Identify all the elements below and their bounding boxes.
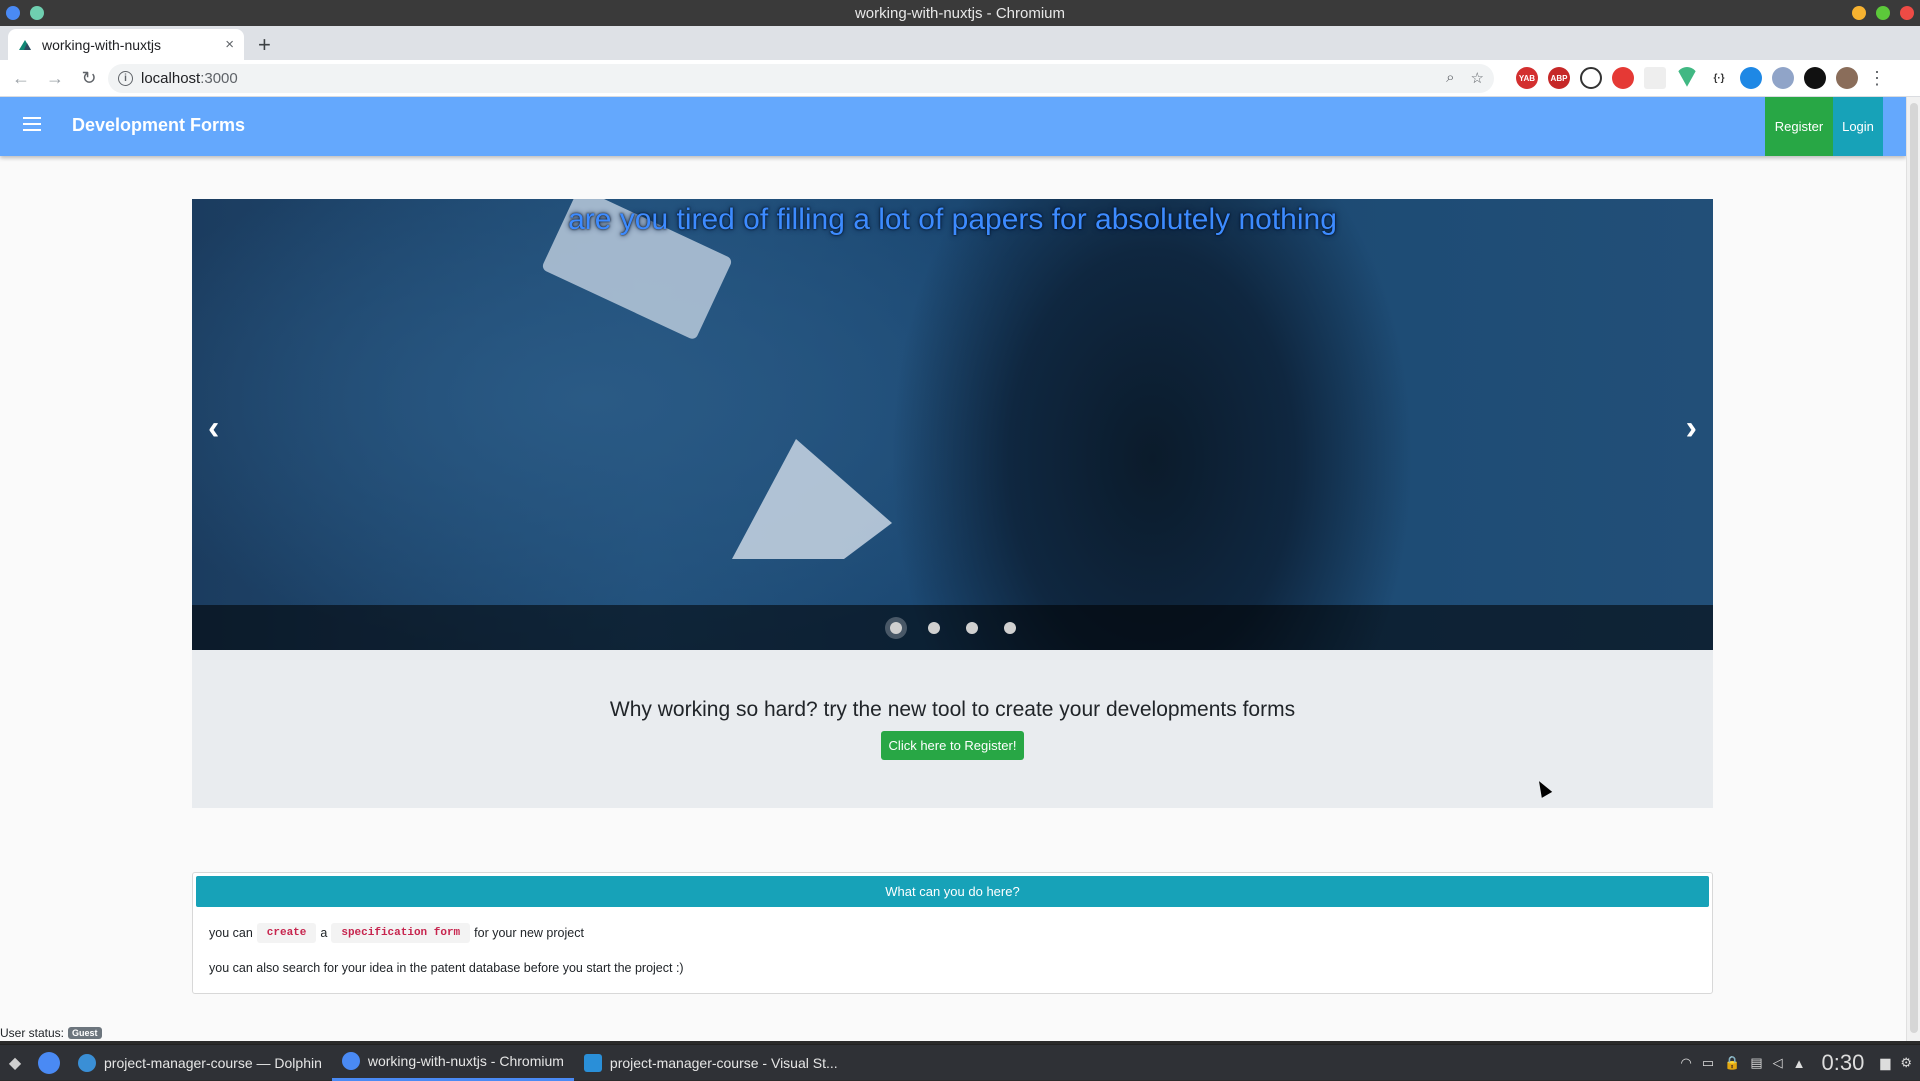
gear-extension-icon[interactable] [1772,67,1794,89]
forward-icon[interactable]: → [42,68,68,89]
new-tab-button[interactable]: + [258,32,271,58]
carousel-slide-image [192,199,1713,650]
window-controls [1852,6,1914,20]
vue-devtools-icon[interactable] [1676,67,1698,87]
login-button[interactable]: Login [1833,97,1883,156]
address-bar[interactable]: i localhost:3000 ⌕ ☆ [108,64,1494,93]
browser-tab[interactable]: working-with-nuxtjs × [8,29,244,60]
scrollbar-thumb[interactable] [1910,103,1918,1033]
close-window-button[interactable] [1900,6,1914,20]
dolphin-icon [78,1053,96,1072]
window-title: working-with-nuxtjs - Chromium [854,4,1066,22]
profile-avatar[interactable] [1836,67,1858,89]
yab-extension-icon[interactable]: YAB [1516,67,1538,89]
vscode-icon [583,1053,602,1072]
carousel-indicator-4[interactable] [1003,621,1016,634]
taskbar-task-dolphin[interactable]: project-manager-course — Dolphin [68,1045,332,1081]
taskbar-task-vscode[interactable]: project-manager-course - Visual St... [574,1045,848,1081]
app-bar: Development Forms Register Login [0,97,1906,156]
lock-icon[interactable]: 🔒 [1724,1055,1740,1071]
hamburger-menu-icon[interactable] [23,117,41,131]
text-segment: a [320,926,328,940]
settings-icon[interactable]: ⚙ [1900,1055,1912,1071]
info-icon[interactable]: i [118,71,133,86]
volume-icon[interactable]: ◁ [1773,1055,1783,1071]
ublock-extension-icon[interactable] [1612,67,1634,89]
browser-toolbar: ← → ↻ i localhost:3000 ⌕ ☆ YAB ABP {·} ⋮ [0,60,1920,97]
carousel-caption: are you tired of filling a lot of papers… [568,203,1337,236]
taskbar-task-chromium[interactable]: working-with-nuxtjs - Chromium [331,1045,574,1081]
task-label: working-with-nuxtjs - Chromium [367,1053,564,1069]
page-scrollbar[interactable] [1906,97,1920,1041]
maximize-button[interactable] [1876,6,1890,20]
nuxt-icon [19,39,31,50]
carousel-indicator-1[interactable] [889,621,902,634]
minimize-button[interactable] [1852,6,1866,20]
url-port: :3000 [200,70,238,87]
battery-icon[interactable]: ▭ [1702,1055,1714,1071]
code-specification-form: specification form [331,923,471,943]
carousel-indicator-3[interactable] [965,621,978,634]
omnibox-actions: ⌕ ☆ [1446,69,1484,87]
code-create: create [256,923,317,943]
status-badge: Guest [68,1027,102,1039]
bookmark-star-icon[interactable]: ☆ [1471,69,1484,87]
tab-close-icon[interactable]: × [225,36,234,53]
react-devtools-icon[interactable] [1740,67,1762,89]
chromium-icon [341,1052,360,1070]
feature-line-search: you can also search for your idea in the… [209,961,684,975]
extensions-row: YAB ABP {·} ⋮ [1516,67,1886,89]
url-host: localhost [141,70,201,87]
held-paper [732,439,892,559]
chromium-launcher-icon[interactable] [38,1051,60,1074]
adblock-extension-icon[interactable]: ABP [1548,67,1570,89]
text-segment: for your new project [474,926,584,940]
clock[interactable]: 0:30 [1822,1050,1865,1076]
clipboard-icon[interactable]: ▤ [1750,1055,1762,1071]
register-button[interactable]: Register [1765,97,1833,156]
blank-extension-icon[interactable] [1644,67,1666,89]
jumbotron: Why working so hard? try the new tool to… [192,650,1713,808]
task-label: project-manager-course - Visual St... [609,1054,838,1071]
reload-icon[interactable]: ↻ [76,68,102,89]
folder-icon[interactable]: ▆ [1880,1055,1890,1071]
tab-strip: working-with-nuxtjs × + [0,26,1920,60]
features-card: What can you do here? you can create a s… [192,872,1713,994]
block-extension-icon[interactable] [1580,67,1602,89]
carousel-prev-icon[interactable]: ‹ [208,409,219,448]
feature-line-create: you can create a specification form for … [209,923,584,943]
os-titlebar: working-with-nuxtjs - Chromium [0,0,1920,26]
chromium-icon [6,6,20,20]
carousel-next-icon[interactable]: › [1686,409,1697,448]
register-cta-button[interactable]: Click here to Register! [881,731,1024,760]
card-header: What can you do here? [196,876,1709,907]
cursor-extension-icon[interactable] [1804,67,1826,89]
json-extension-icon[interactable]: {·} [1708,67,1730,89]
os-taskbar: ◆ project-manager-course — Dolphin worki… [0,1044,1920,1081]
zoom-icon[interactable]: ⌕ [1446,69,1454,87]
user-status-label: User status: [0,1026,65,1040]
app-title[interactable]: Development Forms [72,115,245,136]
carousel-indicators [192,605,1713,650]
browser-menu-icon[interactable]: ⋮ [1868,68,1886,89]
tray-expand-icon[interactable]: ▲ [1793,1056,1806,1071]
jumbotron-heading: Why working so hard? try the new tool to… [609,698,1296,721]
user-status: User status: Guest [0,1026,102,1040]
window-app-icons [6,6,44,20]
text-segment: you can [209,926,253,940]
tab-title: working-with-nuxtjs [42,36,162,53]
back-icon[interactable]: ← [8,68,34,89]
task-label: project-manager-course — Dolphin [104,1054,322,1071]
app-launcher-icon[interactable]: ◆ [0,1053,30,1073]
system-tray: ◠ ▭ 🔒 ▤ ◁ ▲ 0:30 ▆ ⚙ [1681,1045,1920,1081]
pin-icon[interactable] [30,6,44,20]
wifi-icon[interactable]: ◠ [1681,1055,1692,1071]
carousel-indicator-2[interactable] [927,621,940,634]
hero-carousel: are you tired of filling a lot of papers… [192,199,1713,650]
page-viewport: Development Forms Register Login are you… [0,97,1906,1041]
